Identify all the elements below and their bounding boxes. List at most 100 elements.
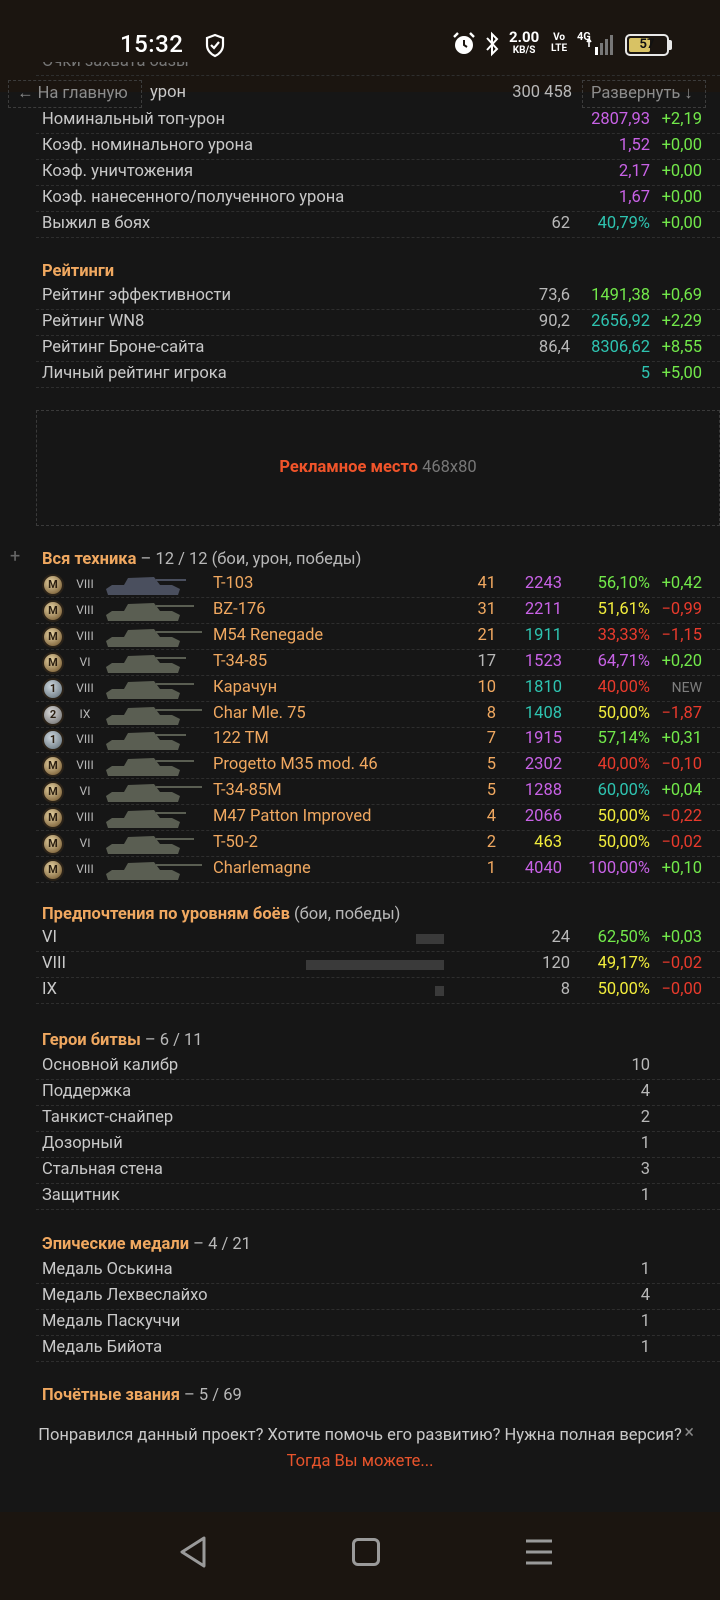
hero-label: Защитник — [42, 1186, 120, 1205]
vehicle-tier: VIII — [76, 577, 94, 591]
shield-check-icon — [205, 33, 225, 58]
vehicle-name[interactable]: Charlemagne — [213, 857, 311, 881]
vehicle-row[interactable]: M VIII T-103 41 2243 56,10% +0,42 — [36, 572, 720, 598]
mastery-badge-icon: 1 — [42, 729, 64, 752]
tiers-subtitle: (бои, победы) — [289, 905, 401, 924]
signal-icon — [586, 35, 613, 55]
vehicle-delta: −0,02 — [661, 833, 702, 852]
vehicle-row[interactable]: M VIII Progetto M35 mod. 46 5 2302 40,00% −0,1… — [36, 753, 720, 780]
vehicle-damage: 1288 — [524, 781, 562, 801]
epic-row: Медаль Паскуччи 1 — [36, 1310, 720, 1336]
tier-winrate: 49,17% — [597, 954, 650, 973]
stat-percent: 1,52 — [618, 136, 650, 155]
vehicle-name[interactable]: 122 TM — [213, 727, 269, 751]
vehicle-row[interactable]: M VIII Charlemagne 1 4040 100,00% +0,10 — [36, 857, 720, 883]
stat-percent: 1,67 — [618, 188, 650, 207]
home-icon[interactable] — [352, 1538, 380, 1566]
tier-bar — [435, 986, 444, 996]
mastery-badge-icon: M — [42, 858, 64, 881]
tank-icon — [106, 577, 186, 595]
vehicle-name[interactable]: Карачун — [213, 676, 277, 700]
vehicle-row[interactable]: M VIII M47 Patton Improved 4 2066 50,00% −0,22 — [36, 805, 720, 832]
vehicle-name[interactable]: BZ-176 — [213, 598, 266, 622]
stat-label: Коэф. нанесенного/полученного урона — [42, 188, 345, 207]
tier-row: VI 24 62,50% +0,03 — [36, 926, 720, 952]
close-icon[interactable]: × — [684, 1422, 694, 1443]
vehicle-name[interactable]: Char Mle. 75 — [213, 702, 306, 726]
plus-icon[interactable]: + — [10, 546, 20, 567]
vehicle-name[interactable]: M47 Patton Improved — [213, 805, 371, 829]
expand-button[interactable]: Развернуть ↓ — [582, 80, 706, 108]
vehicle-name[interactable]: T-34-85M — [213, 779, 282, 803]
rating-value: 5 — [640, 364, 650, 383]
vehicle-row[interactable]: M VIII BZ-176 31 2211 51,61% −0,99 — [36, 598, 720, 624]
hero-value: 1 — [640, 1134, 650, 1153]
vehicle-battles: 17 — [477, 651, 496, 671]
tiers-title-text: Предпочтения по уровням боёв — [42, 905, 290, 924]
vehicle-delta: −1,15 — [661, 625, 702, 645]
vehicle-battles: 21 — [477, 625, 496, 645]
volte-bottom: LTE — [551, 43, 568, 54]
back-icon[interactable] — [178, 1534, 210, 1570]
vehicle-row[interactable]: 1 VIII Карачун 10 1810 40,00% NEW — [36, 676, 720, 702]
vehicle-row[interactable]: 1 VIII 122 TM 7 1915 57,14% +0,31 — [36, 727, 720, 754]
vehicle-winrate: 100,00% — [588, 858, 650, 878]
stat-delta: +0,00 — [661, 214, 702, 233]
vehicle-tier: VIII — [76, 680, 94, 695]
rating-row: Рейтинг WN8 90,2 2656,92 +2,29 — [36, 310, 720, 336]
rating-value: 1491,38 — [591, 286, 650, 305]
vehicle-name[interactable]: T-50-2 — [213, 831, 258, 855]
vehicle-delta: −0,10 — [661, 755, 702, 775]
rating-value: 8306,62 — [591, 338, 650, 357]
vehicle-damage: 463 — [534, 833, 562, 852]
vehicle-row[interactable]: M VI T-34-85 17 1523 64,71% +0,20 — [36, 650, 720, 676]
tank-icon — [106, 706, 202, 725]
cut-row: Очки захвата базы — [36, 62, 720, 76]
vehicle-delta: −0,99 — [661, 599, 702, 619]
hero-value: 10 — [631, 1056, 650, 1075]
tier-delta: −0,00 — [661, 980, 702, 999]
volte-top: Vo — [553, 32, 566, 43]
honors-title-text: Почётные звания — [42, 1386, 180, 1405]
menu-icon[interactable] — [524, 1538, 554, 1566]
vehicle-tier: VIII — [76, 602, 94, 617]
ad-placeholder[interactable]: Рекламное место 468x80 — [36, 410, 720, 526]
vehicle-name[interactable]: T-103 — [213, 572, 253, 596]
support-link[interactable]: Тогда Вы можете... — [0, 1452, 720, 1471]
epic-title: Эпические медали – 4 / 21 — [42, 1235, 251, 1254]
vehicle-row[interactable]: M VI T-34-85M 5 1288 60,00% +0,04 — [36, 779, 720, 806]
tank-icon — [106, 784, 202, 803]
tier-label: IX — [42, 980, 57, 999]
vehicle-tier: VI — [79, 784, 91, 799]
hero-row: Защитник 1 — [36, 1184, 720, 1210]
vehicle-winrate: 40,00% — [597, 677, 650, 697]
status-time: 15:32 — [120, 30, 184, 58]
tier-battles: 120 — [542, 954, 570, 973]
tier-delta: +0,03 — [661, 928, 702, 947]
stat-delta: +0,00 — [661, 162, 702, 181]
tank-icon — [106, 628, 202, 647]
stat-row: Выжил в боях 62 40,79% +0,00 — [36, 212, 720, 238]
back-to-home-button[interactable]: ← На главную — [8, 80, 142, 108]
stat-delta: +0,00 — [661, 136, 702, 155]
tier-row: VIII 120 49,17% −0,02 — [36, 952, 720, 978]
rating-value: 2656,92 — [591, 312, 650, 331]
vehicle-name[interactable]: Progetto M35 mod. 46 — [213, 753, 378, 777]
vehicles-subtitle: – 12 / 12 (бои, урон, победы) — [136, 550, 362, 569]
vehicle-name[interactable]: M54 Renegade — [213, 624, 323, 648]
vehicle-row[interactable]: 2 IX Char Mle. 75 8 1408 50,00% −1,87 — [36, 702, 720, 728]
vehicle-battles: 2 — [486, 833, 496, 852]
vehicle-damage: 1915 — [524, 729, 562, 749]
mastery-badge-icon: M — [42, 833, 64, 855]
vehicle-winrate: 40,00% — [597, 755, 650, 775]
vehicle-row[interactable]: M VI T-50-2 2 463 50,00% −0,02 — [36, 831, 720, 857]
epic-title-text: Эпические медали — [42, 1235, 190, 1254]
vehicle-name[interactable]: T-34-85 — [213, 650, 267, 674]
vehicle-row[interactable]: M VIII M54 Renegade 21 1911 33,33% −1,15 — [36, 624, 720, 650]
tank-icon — [106, 602, 194, 621]
mastery-badge-icon: M — [42, 625, 64, 648]
vehicle-tier: VI — [79, 836, 91, 850]
epic-row: Медаль Лехвеслайхо 4 — [36, 1284, 720, 1310]
vehicle-battles: 7 — [486, 729, 496, 749]
tank-icon — [106, 810, 186, 829]
